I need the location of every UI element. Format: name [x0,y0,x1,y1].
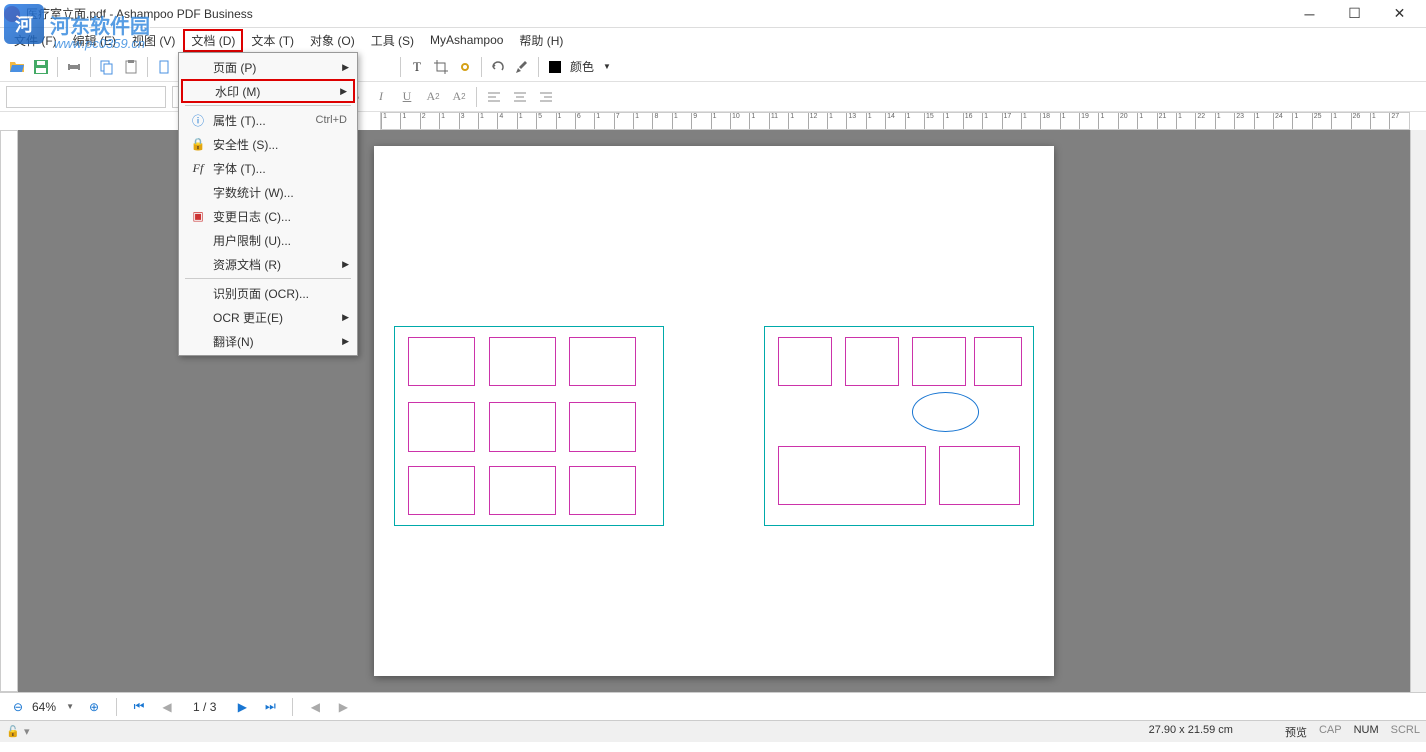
italic-button[interactable]: I [369,85,393,109]
chevron-right-icon: ▶ [342,336,349,347]
color-swatch[interactable] [544,56,566,78]
menu-text[interactable]: 文本 (T) [243,29,302,52]
lock-status-icon: 🔓 [6,725,22,738]
page-view-button[interactable] [153,56,175,78]
print-button[interactable] [63,56,85,78]
status-dropdown-icon[interactable]: ▾ [24,725,30,738]
menu-item-properties[interactable]: ⓘ 属性 (T)... Ctrl+D [181,108,355,132]
prev-page-button[interactable]: ◀ [157,697,177,717]
menubar: 文件 (F) 编辑 (E) 视图 (V) 文档 (D) 文本 (T) 对象 (O… [0,28,1426,52]
save-button[interactable] [30,56,52,78]
align-center-button[interactable] [508,85,532,109]
menu-separator [185,105,351,106]
menu-myashampoo[interactable]: MyAshampoo [422,30,511,50]
chevron-right-icon: ▶ [340,86,347,97]
lock-icon: 🔒 [189,137,207,151]
superscript-button[interactable]: A2 [421,85,445,109]
titlebar: 医疗室立面.pdf - Ashampoo PDF Business ─ ☐ ✕ [0,0,1426,28]
open-button[interactable] [6,56,28,78]
num-indicator: NUM [1354,724,1379,740]
scrl-indicator: SCRL [1391,724,1420,740]
menu-item-security[interactable]: 🔒 安全性 (S)... [181,132,355,156]
menu-item-watermark[interactable]: 水印 (M) ▶ [181,79,355,103]
next-page-button[interactable]: ▶ [232,697,252,717]
watermark-url: www.pc0359.cn [54,36,145,51]
menu-item-userlimit[interactable]: 用户限制 (U)... [181,228,355,252]
menu-document[interactable]: 文档 (D) [183,29,243,52]
copy-button[interactable] [96,56,118,78]
color-label: 颜色 [570,58,594,75]
menu-item-ocr-fix[interactable]: OCR 更正(E) ▶ [181,305,355,329]
underline-button[interactable]: U [395,85,419,109]
menu-item-ocr-page[interactable]: 识别页面 (OCR)... [181,281,355,305]
brush-button[interactable] [511,56,533,78]
watermark-overlay: 河 河东软件园 www.pc0359.cn [4,4,150,44]
vertical-ruler [0,130,18,692]
paste-button[interactable] [120,56,142,78]
zoom-in-button[interactable]: ⊕ [84,697,104,717]
chevron-right-icon: ▶ [342,312,349,323]
link-button[interactable] [454,56,476,78]
maximize-button[interactable]: ☐ [1332,0,1377,28]
horizontal-ruler: 1121314151617181911011111211311411511611… [380,112,1410,130]
chevron-right-icon: ▶ [342,259,349,270]
zoom-level: 64% [32,700,56,714]
history-forward-button[interactable]: ▶ [333,697,353,717]
menu-item-translate[interactable]: 翻译(N) ▶ [181,329,355,353]
menu-object[interactable]: 对象 (O) [302,29,363,52]
drawing-elevation-left [394,326,664,526]
preview-mode-label[interactable]: 预览 [1285,724,1307,740]
undo-button[interactable] [487,56,509,78]
pdf-page [374,146,1054,676]
page-indicator: 1 / 3 [185,700,224,714]
watermark-brand: 河东软件园 [50,10,150,39]
crop-button[interactable] [430,56,452,78]
chevron-right-icon: ▶ [342,62,349,73]
menu-item-changelog[interactable]: ▣ 变更日志 (C)... [181,204,355,228]
watermark-logo: 河 [4,4,44,44]
font-family-select[interactable] [6,86,166,108]
changelog-icon: ▣ [189,209,207,223]
info-icon: ⓘ [189,112,207,129]
history-back-button[interactable]: ◀ [305,697,325,717]
page-dimensions: 27.90 x 21.59 cm [1149,724,1233,740]
menu-item-wordcount[interactable]: 字数统计 (W)... [181,180,355,204]
align-right-button[interactable] [534,85,558,109]
nav-toolbar: ⊖ 64% ▼ ⊕ ⏮ ◀ 1 / 3 ▶ ⏭ ◀ ▶ [0,692,1426,720]
text-tool-button[interactable]: T [406,56,428,78]
drawing-elevation-right [764,326,1034,526]
minimize-button[interactable]: ─ [1287,0,1332,28]
close-button[interactable]: ✕ [1377,0,1422,28]
menu-item-font[interactable]: Ff 字体 (T)... [181,156,355,180]
menu-item-page[interactable]: 页面 (P) ▶ [181,55,355,79]
vertical-scrollbar[interactable] [1410,130,1426,692]
menu-item-resource[interactable]: 资源文档 (R) ▶ [181,252,355,276]
zoom-out-button[interactable]: ⊖ [8,697,28,717]
first-page-button[interactable]: ⏮ [129,697,149,717]
menu-separator [185,278,351,279]
menu-tools[interactable]: 工具 (S) [363,29,422,52]
subscript-button[interactable]: A2 [447,85,471,109]
color-dropdown-button[interactable]: ▼ [596,56,618,78]
statusbar: 🔓 ▾ 27.90 x 21.59 cm 预览 CAP NUM SCRL [0,720,1426,742]
window-title: 医疗室立面.pdf - Ashampoo PDF Business [26,5,1287,22]
menu-help[interactable]: 帮助 (H) [511,29,571,52]
zoom-dropdown-button[interactable]: ▼ [60,697,80,717]
align-left-button[interactable] [482,85,506,109]
document-menu-dropdown: 页面 (P) ▶ 水印 (M) ▶ ⓘ 属性 (T)... Ctrl+D 🔒 安… [178,52,358,356]
font-icon: Ff [189,161,207,176]
cap-indicator: CAP [1319,724,1342,740]
last-page-button[interactable]: ⏭ [260,697,280,717]
